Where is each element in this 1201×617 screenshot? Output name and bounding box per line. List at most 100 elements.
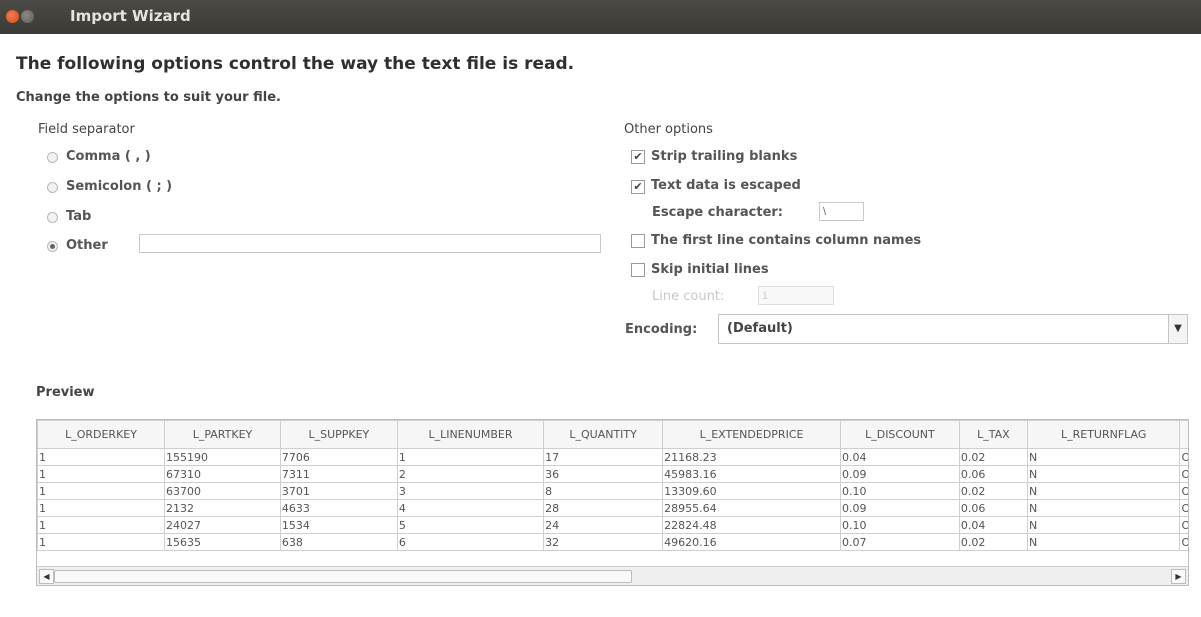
table-cell: 24027 bbox=[164, 516, 281, 534]
line-count-input[interactable] bbox=[758, 286, 834, 305]
radio-other[interactable] bbox=[47, 241, 58, 252]
table-cell: 0.07 bbox=[839, 533, 960, 551]
table-cell: 0.02 bbox=[958, 448, 1028, 466]
radio-tab-label[interactable]: Tab bbox=[66, 209, 91, 224]
table-cell: 13309.60 bbox=[662, 482, 841, 500]
scroll-right-icon[interactable]: ▶ bbox=[1171, 569, 1186, 584]
radio-tab[interactable] bbox=[47, 212, 58, 223]
table-cell: N bbox=[1026, 448, 1181, 466]
radio-semicolon-label[interactable]: Semicolon ( ; ) bbox=[66, 179, 172, 194]
table-row: 1 2132 4633 4 28 28955.64 0.09 0.06 N O bbox=[37, 499, 1188, 517]
field-separator-title: Field separator bbox=[38, 122, 135, 137]
table-cell: 24 bbox=[543, 516, 664, 534]
table-cell: 28 bbox=[543, 499, 664, 517]
other-options-title: Other options bbox=[624, 122, 713, 137]
table-cell: 0.06 bbox=[958, 499, 1028, 517]
skip-initial-lines-checkbox[interactable] bbox=[631, 263, 645, 277]
table-row: 1 15635 638 6 32 49620.16 0.07 0.02 N O bbox=[37, 533, 1188, 551]
table-cell: 638 bbox=[279, 533, 398, 551]
table-cell: N bbox=[1026, 533, 1181, 551]
table-cell: 0.02 bbox=[958, 533, 1028, 551]
line-count-label: Line count: bbox=[652, 289, 725, 304]
table-cell: 0.06 bbox=[958, 465, 1028, 483]
table-cell: 1 bbox=[37, 499, 166, 517]
escape-character-input[interactable] bbox=[819, 202, 864, 221]
radio-comma[interactable] bbox=[47, 152, 58, 163]
table-cell: 49620.16 bbox=[662, 533, 841, 551]
text-escaped-checkbox[interactable]: ✔ bbox=[631, 180, 645, 194]
table-cell: 45983.16 bbox=[662, 465, 841, 483]
table-cell: 32 bbox=[543, 533, 664, 551]
encoding-select[interactable]: (Default) ▼ bbox=[718, 314, 1188, 344]
table-cell: 17 bbox=[543, 448, 664, 466]
table-cell: 0.10 bbox=[839, 482, 960, 500]
table-cell: 6 bbox=[396, 533, 545, 551]
preview-table: L_ORDERKEY L_PARTKEY L_SUPPKEY L_LINENUM… bbox=[36, 419, 1189, 586]
column-header[interactable]: L_QUANTITY bbox=[543, 420, 664, 449]
column-header[interactable]: L_PARTKEY bbox=[164, 420, 281, 449]
escape-character-label: Escape character: bbox=[652, 205, 784, 220]
table-cell: 1534 bbox=[279, 516, 398, 534]
minimize-window-icon[interactable] bbox=[21, 10, 34, 23]
table-cell: 4 bbox=[396, 499, 545, 517]
table-cell: N bbox=[1026, 516, 1181, 534]
column-header[interactable]: L_DISCOUNT bbox=[839, 420, 960, 449]
scrollbar-thumb[interactable] bbox=[54, 570, 632, 583]
table-cell: 36 bbox=[543, 465, 664, 483]
table-cell: 63700 bbox=[164, 482, 281, 500]
table-cell: 2132 bbox=[164, 499, 281, 517]
table-cell: O bbox=[1179, 533, 1188, 551]
table-cell: 0.09 bbox=[839, 465, 960, 483]
strip-trailing-blanks-checkbox[interactable]: ✔ bbox=[631, 150, 645, 164]
table-cell: N bbox=[1026, 499, 1181, 517]
table-row: 1 67310 7311 2 36 45983.16 0.09 0.06 N O bbox=[37, 465, 1188, 483]
first-line-names-checkbox[interactable] bbox=[631, 234, 645, 248]
table-cell: 1 bbox=[37, 533, 166, 551]
table-cell: 15635 bbox=[164, 533, 281, 551]
strip-trailing-blanks-label[interactable]: Strip trailing blanks bbox=[651, 149, 797, 164]
column-header[interactable]: L_SUPPKEY bbox=[279, 420, 398, 449]
column-header[interactable]: L_TAX bbox=[958, 420, 1028, 449]
table-cell: N bbox=[1026, 482, 1181, 500]
column-header[interactable]: L bbox=[1179, 420, 1188, 449]
scroll-left-icon[interactable]: ◀ bbox=[39, 569, 54, 584]
table-cell: 21168.23 bbox=[662, 448, 841, 466]
table-cell: 67310 bbox=[164, 465, 281, 483]
table-cell: O bbox=[1179, 448, 1188, 466]
table-row: 1 155190 7706 1 17 21168.23 0.04 0.02 N … bbox=[37, 448, 1188, 466]
table-cell: 1 bbox=[37, 465, 166, 483]
table-cell: O bbox=[1179, 516, 1188, 534]
table-cell: 0.10 bbox=[839, 516, 960, 534]
radio-semicolon[interactable] bbox=[47, 182, 58, 193]
chevron-down-icon[interactable]: ▼ bbox=[1168, 315, 1187, 343]
column-header[interactable]: L_ORDERKEY bbox=[37, 420, 166, 449]
table-cell: 0.04 bbox=[839, 448, 960, 466]
radio-comma-label[interactable]: Comma ( , ) bbox=[66, 149, 151, 164]
table-cell: 4633 bbox=[279, 499, 398, 517]
skip-initial-lines-label[interactable]: Skip initial lines bbox=[651, 262, 769, 277]
column-header[interactable]: L_LINENUMBER bbox=[396, 420, 545, 449]
text-escaped-label[interactable]: Text data is escaped bbox=[651, 178, 801, 193]
table-cell: N bbox=[1026, 465, 1181, 483]
table-cell: 7706 bbox=[279, 448, 398, 466]
table-cell: 1 bbox=[37, 448, 166, 466]
table-cell: 1 bbox=[37, 516, 166, 534]
page-subheading: Change the options to suit your file. bbox=[16, 90, 281, 105]
table-cell: 3701 bbox=[279, 482, 398, 500]
table-cell: 155190 bbox=[164, 448, 281, 466]
horizontal-scrollbar[interactable]: ◀ ▶ bbox=[37, 566, 1188, 585]
title-bar: Import Wizard bbox=[0, 0, 1201, 34]
table-cell: 0.02 bbox=[958, 482, 1028, 500]
other-separator-input[interactable] bbox=[139, 234, 601, 253]
column-header[interactable]: L_RETURNFLAG bbox=[1026, 420, 1181, 449]
encoding-selected-value: (Default) bbox=[727, 321, 793, 336]
table-cell: 0.04 bbox=[958, 516, 1028, 534]
first-line-names-label[interactable]: The first line contains column names bbox=[651, 233, 921, 248]
page-heading: The following options control the way th… bbox=[16, 54, 575, 74]
table-cell: O bbox=[1179, 482, 1188, 500]
preview-label: Preview bbox=[36, 385, 95, 400]
close-window-icon[interactable] bbox=[6, 10, 19, 23]
column-header[interactable]: L_EXTENDEDPRICE bbox=[662, 420, 841, 449]
encoding-label: Encoding: bbox=[625, 322, 698, 337]
radio-other-label[interactable]: Other bbox=[66, 238, 108, 253]
